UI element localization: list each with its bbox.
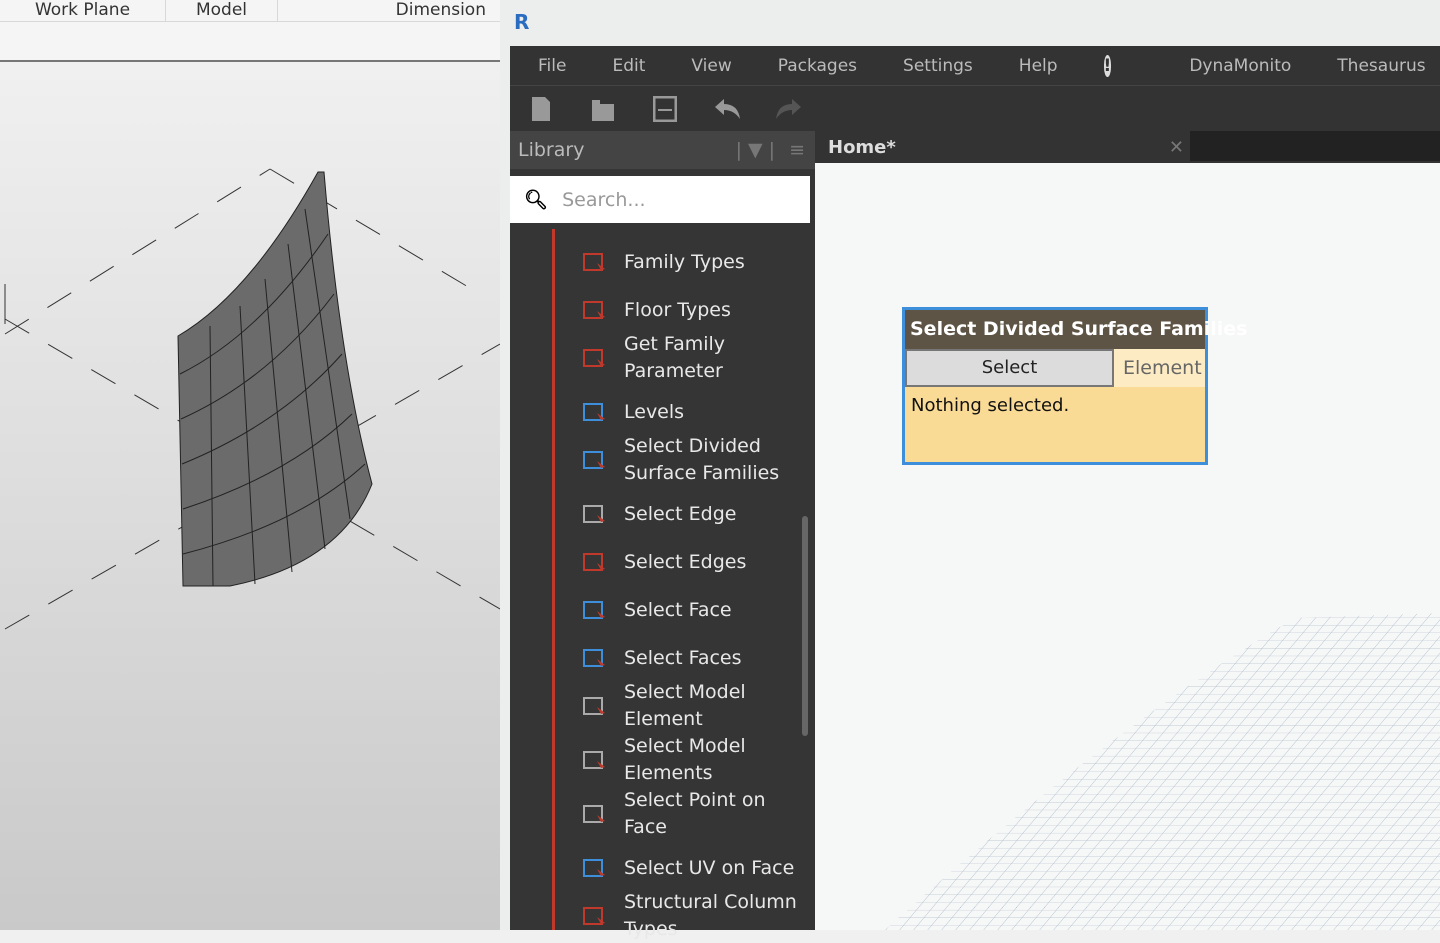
library-item[interactable]: Levels bbox=[578, 397, 684, 427]
search-placeholder: Search... bbox=[562, 188, 646, 211]
library-title: Library bbox=[518, 139, 585, 161]
library-item-label: Get Family Parameter bbox=[624, 333, 726, 382]
select-edges-icon bbox=[578, 547, 610, 577]
library-scrollbar[interactable] bbox=[802, 516, 808, 736]
divided-surface-icon bbox=[578, 445, 610, 475]
node-status: Nothing selected. bbox=[911, 395, 1070, 416]
menu-view[interactable]: View bbox=[691, 56, 731, 76]
library-item-label: Select Faces bbox=[624, 646, 742, 669]
select-edge-icon bbox=[578, 499, 610, 529]
library-item-label: Select Model Element bbox=[624, 681, 746, 730]
revit-window: Work Plane Model Dimension bbox=[0, 0, 500, 930]
redo-icon[interactable] bbox=[758, 97, 820, 121]
undo-icon[interactable] bbox=[696, 97, 758, 121]
tab-home[interactable]: Home* ✕ bbox=[815, 131, 1190, 163]
filter-icon[interactable]: | ▼ | bbox=[736, 139, 776, 161]
3d-view[interactable] bbox=[0, 64, 500, 930]
ribbon-tab-work-plane[interactable]: Work Plane bbox=[0, 0, 166, 21]
open-icon[interactable] bbox=[572, 96, 634, 122]
select-model-element-icon bbox=[578, 691, 610, 721]
save-icon[interactable] bbox=[634, 95, 696, 122]
node-select-divided-surface-families[interactable]: Select Divided Surface Families Select E… bbox=[902, 307, 1247, 465]
menu-packages[interactable]: Packages bbox=[778, 56, 857, 76]
select-face-icon bbox=[578, 595, 610, 625]
node-select-button[interactable]: Select bbox=[905, 349, 1114, 387]
menu-dynamonito[interactable]: DynaMonito bbox=[1189, 56, 1291, 76]
select-uv-icon bbox=[578, 853, 610, 883]
select-faces-icon bbox=[578, 643, 610, 673]
alert-icon[interactable]: ! bbox=[1103, 54, 1112, 77]
category-indicator bbox=[552, 229, 555, 930]
tab-label: Home* bbox=[828, 136, 896, 158]
library-item[interactable]: Select Edges bbox=[578, 547, 746, 577]
library-item-label: Family Types bbox=[624, 250, 745, 273]
node-title: Select Divided Surface Families bbox=[905, 310, 1247, 349]
library-item[interactable]: Select Divided Surface Families bbox=[578, 433, 779, 487]
library-item[interactable]: Get Family Parameter bbox=[578, 331, 725, 385]
library-item[interactable]: Select Face bbox=[578, 595, 732, 625]
ribbon-panel bbox=[0, 22, 500, 62]
library-item-label: Structural Column Types bbox=[624, 891, 797, 940]
menu-thesaurus[interactable]: Thesaurus bbox=[1337, 56, 1425, 76]
new-file-icon[interactable] bbox=[510, 96, 572, 122]
library-search[interactable]: 🔍︎ Search... bbox=[510, 176, 810, 223]
library-item[interactable]: Floor Types bbox=[578, 295, 731, 325]
library-item-label: Select Model Elements bbox=[624, 735, 746, 784]
library-item-label: Select Point on Face bbox=[624, 789, 766, 838]
menu-help[interactable]: Help bbox=[1019, 56, 1058, 76]
menu-bar: File Edit View Packages Settings Help ! … bbox=[510, 46, 1440, 86]
library-item[interactable]: Family Types bbox=[578, 247, 745, 277]
list-view-icon[interactable]: ≡ bbox=[789, 139, 805, 161]
ribbon-tab-dimension[interactable]: Dimension bbox=[278, 0, 490, 21]
graph-canvas[interactable]: Select Divided Surface Families Select E… bbox=[815, 163, 1440, 930]
library-item-label: Select Edges bbox=[624, 550, 747, 573]
family-types-icon bbox=[578, 247, 610, 277]
library-panel: Library | ▼ | ≡ 🔍︎ Search... Family Types Fl… bbox=[510, 131, 815, 940]
library-item[interactable]: Select Model Element bbox=[578, 679, 746, 733]
menu-file[interactable]: File bbox=[538, 56, 566, 76]
library-item-label: Select Divided Surface Families bbox=[624, 435, 780, 484]
menu-edit[interactable]: Edit bbox=[612, 56, 645, 76]
ribbon-tabs: Work Plane Model Dimension bbox=[0, 0, 500, 22]
library-item-label: Select Edge bbox=[624, 502, 737, 525]
revit-app-icon: R bbox=[514, 10, 530, 34]
library-item[interactable]: Select UV on Face bbox=[578, 853, 794, 883]
library-item-label: Levels bbox=[624, 400, 685, 423]
ribbon-tab-model[interactable]: Model bbox=[166, 0, 278, 21]
close-tab-icon[interactable]: ✕ bbox=[1169, 137, 1184, 158]
get-family-parameter-icon bbox=[578, 343, 610, 373]
library-item[interactable]: Structural Column Types bbox=[578, 889, 797, 943]
library-item[interactable]: Select Model Elements bbox=[578, 733, 746, 787]
library-item-label: Select UV on Face bbox=[624, 856, 795, 879]
library-item[interactable]: Select Point on Face bbox=[578, 787, 766, 841]
library-item-label: Floor Types bbox=[624, 298, 731, 321]
library-item[interactable]: Select Faces bbox=[578, 643, 742, 673]
toolbar bbox=[510, 86, 1440, 131]
levels-icon bbox=[578, 397, 610, 427]
dynamo-window: R File Edit View Packages Settings Help … bbox=[500, 0, 1440, 940]
tab-bar: Home* ✕ bbox=[815, 131, 1440, 163]
search-icon: 🔍︎ bbox=[524, 189, 549, 211]
select-point-on-face-icon bbox=[578, 799, 610, 829]
node-output-port[interactable]: Element bbox=[1114, 349, 1205, 387]
background-grid bbox=[885, 613, 1440, 930]
floor-types-icon bbox=[578, 295, 610, 325]
library-item-label: Select Face bbox=[624, 598, 732, 621]
select-model-elements-icon bbox=[578, 745, 610, 775]
structural-column-icon bbox=[578, 901, 610, 931]
menu-settings[interactable]: Settings bbox=[903, 56, 973, 76]
library-item[interactable]: Select Edge bbox=[578, 499, 736, 529]
